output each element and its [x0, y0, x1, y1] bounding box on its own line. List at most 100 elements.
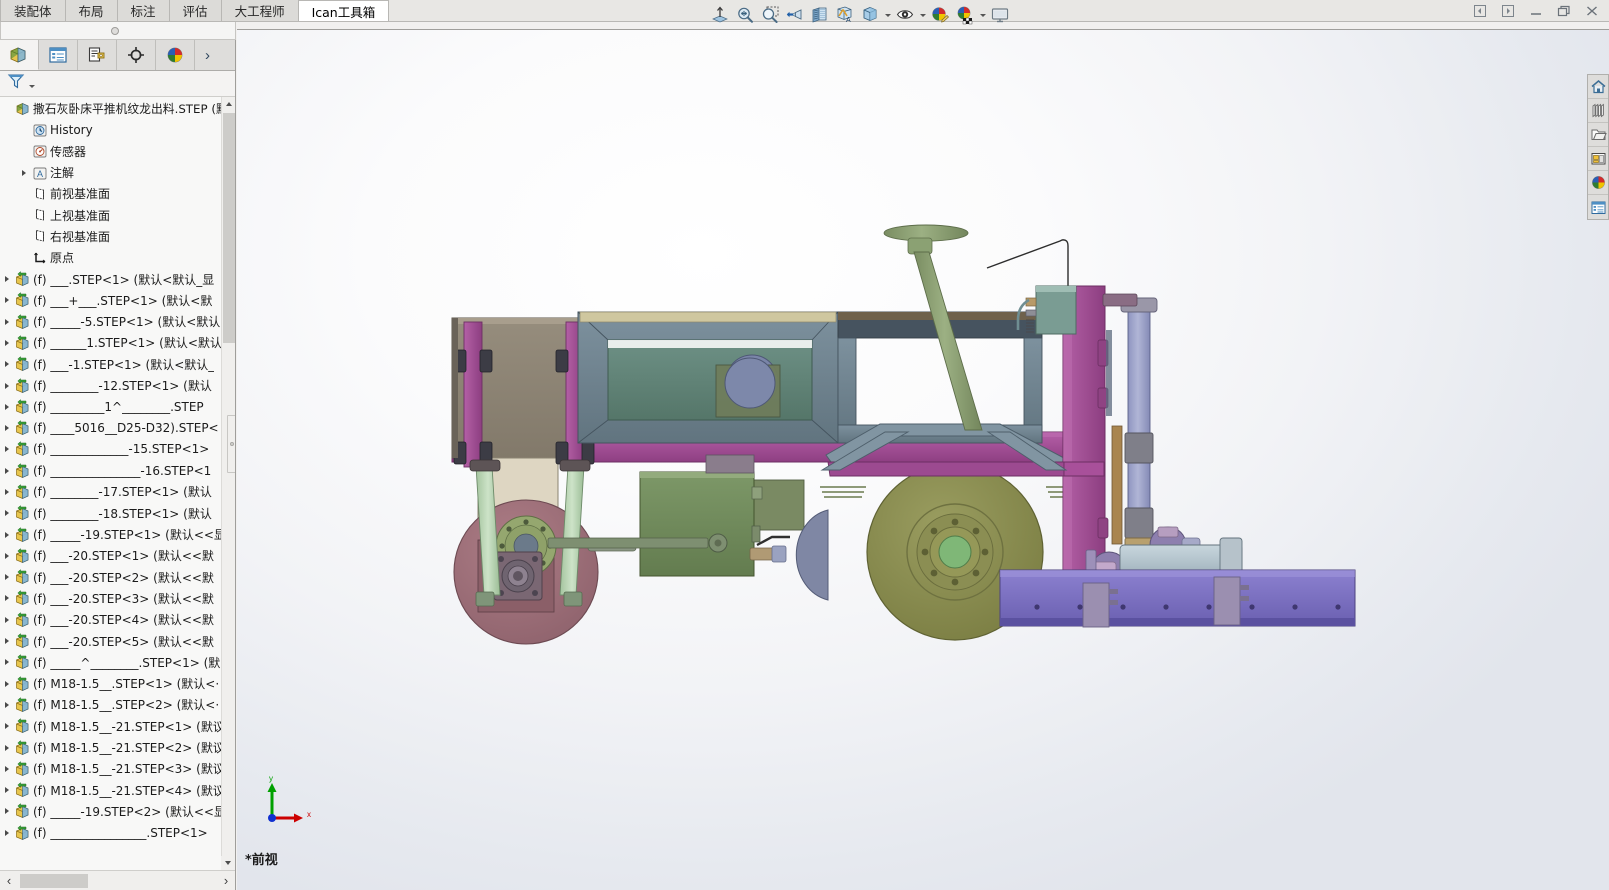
- expand-arrow-icon[interactable]: [0, 297, 13, 304]
- feature-tree-container[interactable]: 撒石灰卧床平推机纹龙出料.STEP (默 History 传感器 A 注解 前视基准面 上视…: [0, 97, 235, 870]
- ribbon-tab-assembly[interactable]: 装配体: [0, 0, 66, 21]
- zoom-to-area-icon[interactable]: [758, 3, 782, 27]
- expand-arrow-icon[interactable]: [0, 765, 13, 772]
- expand-arrow-icon[interactable]: [0, 276, 13, 283]
- display-style-icon[interactable]: [858, 3, 882, 27]
- feature-tree-item[interactable]: (f) ___-20.STEP<2> (默认<<默: [0, 567, 222, 588]
- feature-tree-item[interactable]: (f) _____-19.STEP<1> (默认<<显: [0, 524, 222, 545]
- feature-tree-item[interactable]: 撒石灰卧床平推机纹龙出料.STEP (默: [0, 98, 222, 119]
- edit-appearance-icon[interactable]: [928, 3, 952, 27]
- feature-tree-item[interactable]: 右视基准面: [0, 226, 222, 247]
- filter-icon[interactable]: [7, 72, 27, 95]
- scroll-up-icon[interactable]: [222, 97, 235, 111]
- feature-tree-item[interactable]: 原点: [0, 247, 222, 268]
- feature-tree-item[interactable]: (f) ___.STEP<1> (默认<默认_显: [0, 268, 222, 289]
- expand-arrow-icon[interactable]: [0, 574, 13, 581]
- feature-tree-item[interactable]: (f) ________________.STEP<1>: [0, 822, 222, 843]
- ribbon-pin-icon[interactable]: [111, 27, 119, 35]
- feature-tree-horizontal-scrollbar[interactable]: ‹ ›: [0, 870, 235, 890]
- feature-tree-item[interactable]: (f) M18-1.5__.STEP<1> (默认<·: [0, 673, 222, 694]
- feature-tree-item[interactable]: (f) ___-20.STEP<1> (默认<<默: [0, 545, 222, 566]
- scroll-thumb[interactable]: [223, 113, 235, 343]
- feature-tree-item[interactable]: (f) ___-1.STEP<1> (默认<默认_: [0, 354, 222, 375]
- expand-arrow-icon[interactable]: [0, 382, 13, 389]
- feature-tree-item[interactable]: 前视基准面: [0, 183, 222, 204]
- expand-arrow-icon[interactable]: [0, 467, 13, 474]
- hscroll-thumb[interactable]: [20, 874, 88, 888]
- property-manager-tab[interactable]: [39, 40, 78, 70]
- ribbon-tab-evaluate[interactable]: 评估: [169, 0, 222, 21]
- design-library-icon[interactable]: [1588, 99, 1608, 123]
- expand-arrow-icon[interactable]: [0, 318, 13, 325]
- feature-tree-item[interactable]: A 注解: [0, 162, 222, 183]
- feature-tree-item[interactable]: 传感器: [0, 141, 222, 162]
- feature-tree-item[interactable]: (f) M18-1.5__-21.STEP<4> (默议: [0, 780, 222, 801]
- appearances-scenes-icon[interactable]: [1588, 171, 1608, 195]
- expand-arrow-icon[interactable]: [0, 808, 13, 815]
- prev-doc-button[interactable]: [1467, 1, 1493, 21]
- file-explorer-icon[interactable]: [1588, 123, 1608, 147]
- feature-tree-item[interactable]: (f) ________-17.STEP<1> (默认: [0, 481, 222, 502]
- section-view-icon[interactable]: [808, 3, 832, 27]
- feature-tree-vertical-scrollbar[interactable]: [221, 97, 235, 870]
- scroll-left-icon[interactable]: ‹: [0, 872, 18, 890]
- expand-arrow-icon[interactable]: [0, 701, 13, 708]
- view-settings-icon[interactable]: [988, 3, 1012, 27]
- expand-arrow-icon[interactable]: [0, 446, 13, 453]
- feature-tree-item[interactable]: (f) M18-1.5__-21.STEP<3> (默议: [0, 758, 222, 779]
- ribbon-tab-ican-toolbox[interactable]: Ican工具箱: [298, 0, 390, 21]
- expand-arrow-icon[interactable]: [0, 723, 13, 730]
- feature-tree-item[interactable]: (f) ______1.STEP<1> (默认<默认: [0, 332, 222, 353]
- scroll-right-icon[interactable]: ›: [217, 872, 235, 890]
- expand-arrow-icon[interactable]: [0, 531, 13, 538]
- expand-arrow-icon[interactable]: [0, 787, 13, 794]
- next-doc-button[interactable]: [1495, 1, 1521, 21]
- feature-tree-item[interactable]: (f) ___-20.STEP<3> (默认<<默: [0, 588, 222, 609]
- expand-arrow-icon[interactable]: [0, 552, 13, 559]
- feature-tree-item[interactable]: (f) _____________-15.STEP<1>: [0, 439, 222, 460]
- feature-tree-item[interactable]: 上视基准面: [0, 204, 222, 225]
- expand-arrow-icon[interactable]: [0, 829, 13, 836]
- expand-arrow-icon[interactable]: [0, 638, 13, 645]
- close-button[interactable]: [1579, 1, 1605, 21]
- ribbon-tab-annotation[interactable]: 标注: [117, 0, 170, 21]
- feature-manager-more-button[interactable]: ›: [195, 40, 235, 70]
- view-palette-icon[interactable]: [1588, 147, 1608, 171]
- feature-tree-item[interactable]: (f) ___-20.STEP<5> (默认<<默: [0, 630, 222, 651]
- expand-arrow-icon[interactable]: [0, 488, 13, 495]
- feature-tree-item[interactable]: (f) ___-20.STEP<4> (默认<<默: [0, 609, 222, 630]
- restore-button[interactable]: [1551, 1, 1577, 21]
- feature-tree-item[interactable]: (f) ____5016__D25-D32).STEP<: [0, 417, 222, 438]
- apply-scene-icon[interactable]: [953, 3, 977, 27]
- feature-tree-item[interactable]: (f) ________-12.STEP<1> (默认: [0, 375, 222, 396]
- filter-caret-icon[interactable]: [29, 85, 35, 88]
- feature-tree-item[interactable]: (f) M18-1.5__-21.STEP<1> (默议: [0, 716, 222, 737]
- ribbon-tab-big-engineer[interactable]: 大工程师: [221, 0, 299, 21]
- expand-arrow-icon[interactable]: [0, 680, 13, 687]
- feature-tree-tab[interactable]: [0, 40, 39, 70]
- feature-tree-item[interactable]: (f) _________1^________.STEP: [0, 396, 222, 417]
- panel-splitter-handle[interactable]: [227, 415, 235, 473]
- feature-tree-item[interactable]: (f) M18-1.5__-21.STEP<2> (默议: [0, 737, 222, 758]
- feature-tree-item[interactable]: (f) ___+___.STEP<1> (默认<默: [0, 290, 222, 311]
- dimxpert-manager-tab[interactable]: [117, 40, 156, 70]
- expand-arrow-icon[interactable]: [0, 425, 13, 432]
- feature-tree-item[interactable]: (f) _____^________.STEP<1> (默: [0, 652, 222, 673]
- feature-tree-item[interactable]: (f) _____-19.STEP<2> (默认<<显: [0, 801, 222, 822]
- hide-show-caret-icon[interactable]: [918, 3, 927, 27]
- minimize-button[interactable]: [1523, 1, 1549, 21]
- apply-scene-caret-icon[interactable]: [978, 3, 987, 27]
- feature-tree-item[interactable]: (f) _____-5.STEP<1> (默认<默认: [0, 311, 222, 332]
- expand-arrow-icon[interactable]: [0, 339, 13, 346]
- ribbon-tab-layout[interactable]: 布局: [65, 0, 118, 21]
- feature-tree-item[interactable]: (f) ________-18.STEP<1> (默认: [0, 503, 222, 524]
- expand-arrow-icon[interactable]: [0, 744, 13, 751]
- expand-arrow-icon[interactable]: [0, 361, 13, 368]
- custom-properties-icon[interactable]: [1588, 195, 1608, 219]
- expand-arrow-icon[interactable]: [0, 510, 13, 517]
- previous-view-icon[interactable]: [783, 3, 807, 27]
- feature-tree-item[interactable]: (f) _______________-16.STEP<1: [0, 460, 222, 481]
- view-orientation-icon[interactable]: A: [833, 3, 857, 27]
- measure-icon[interactable]: [708, 3, 732, 27]
- expand-arrow-icon[interactable]: [0, 403, 13, 410]
